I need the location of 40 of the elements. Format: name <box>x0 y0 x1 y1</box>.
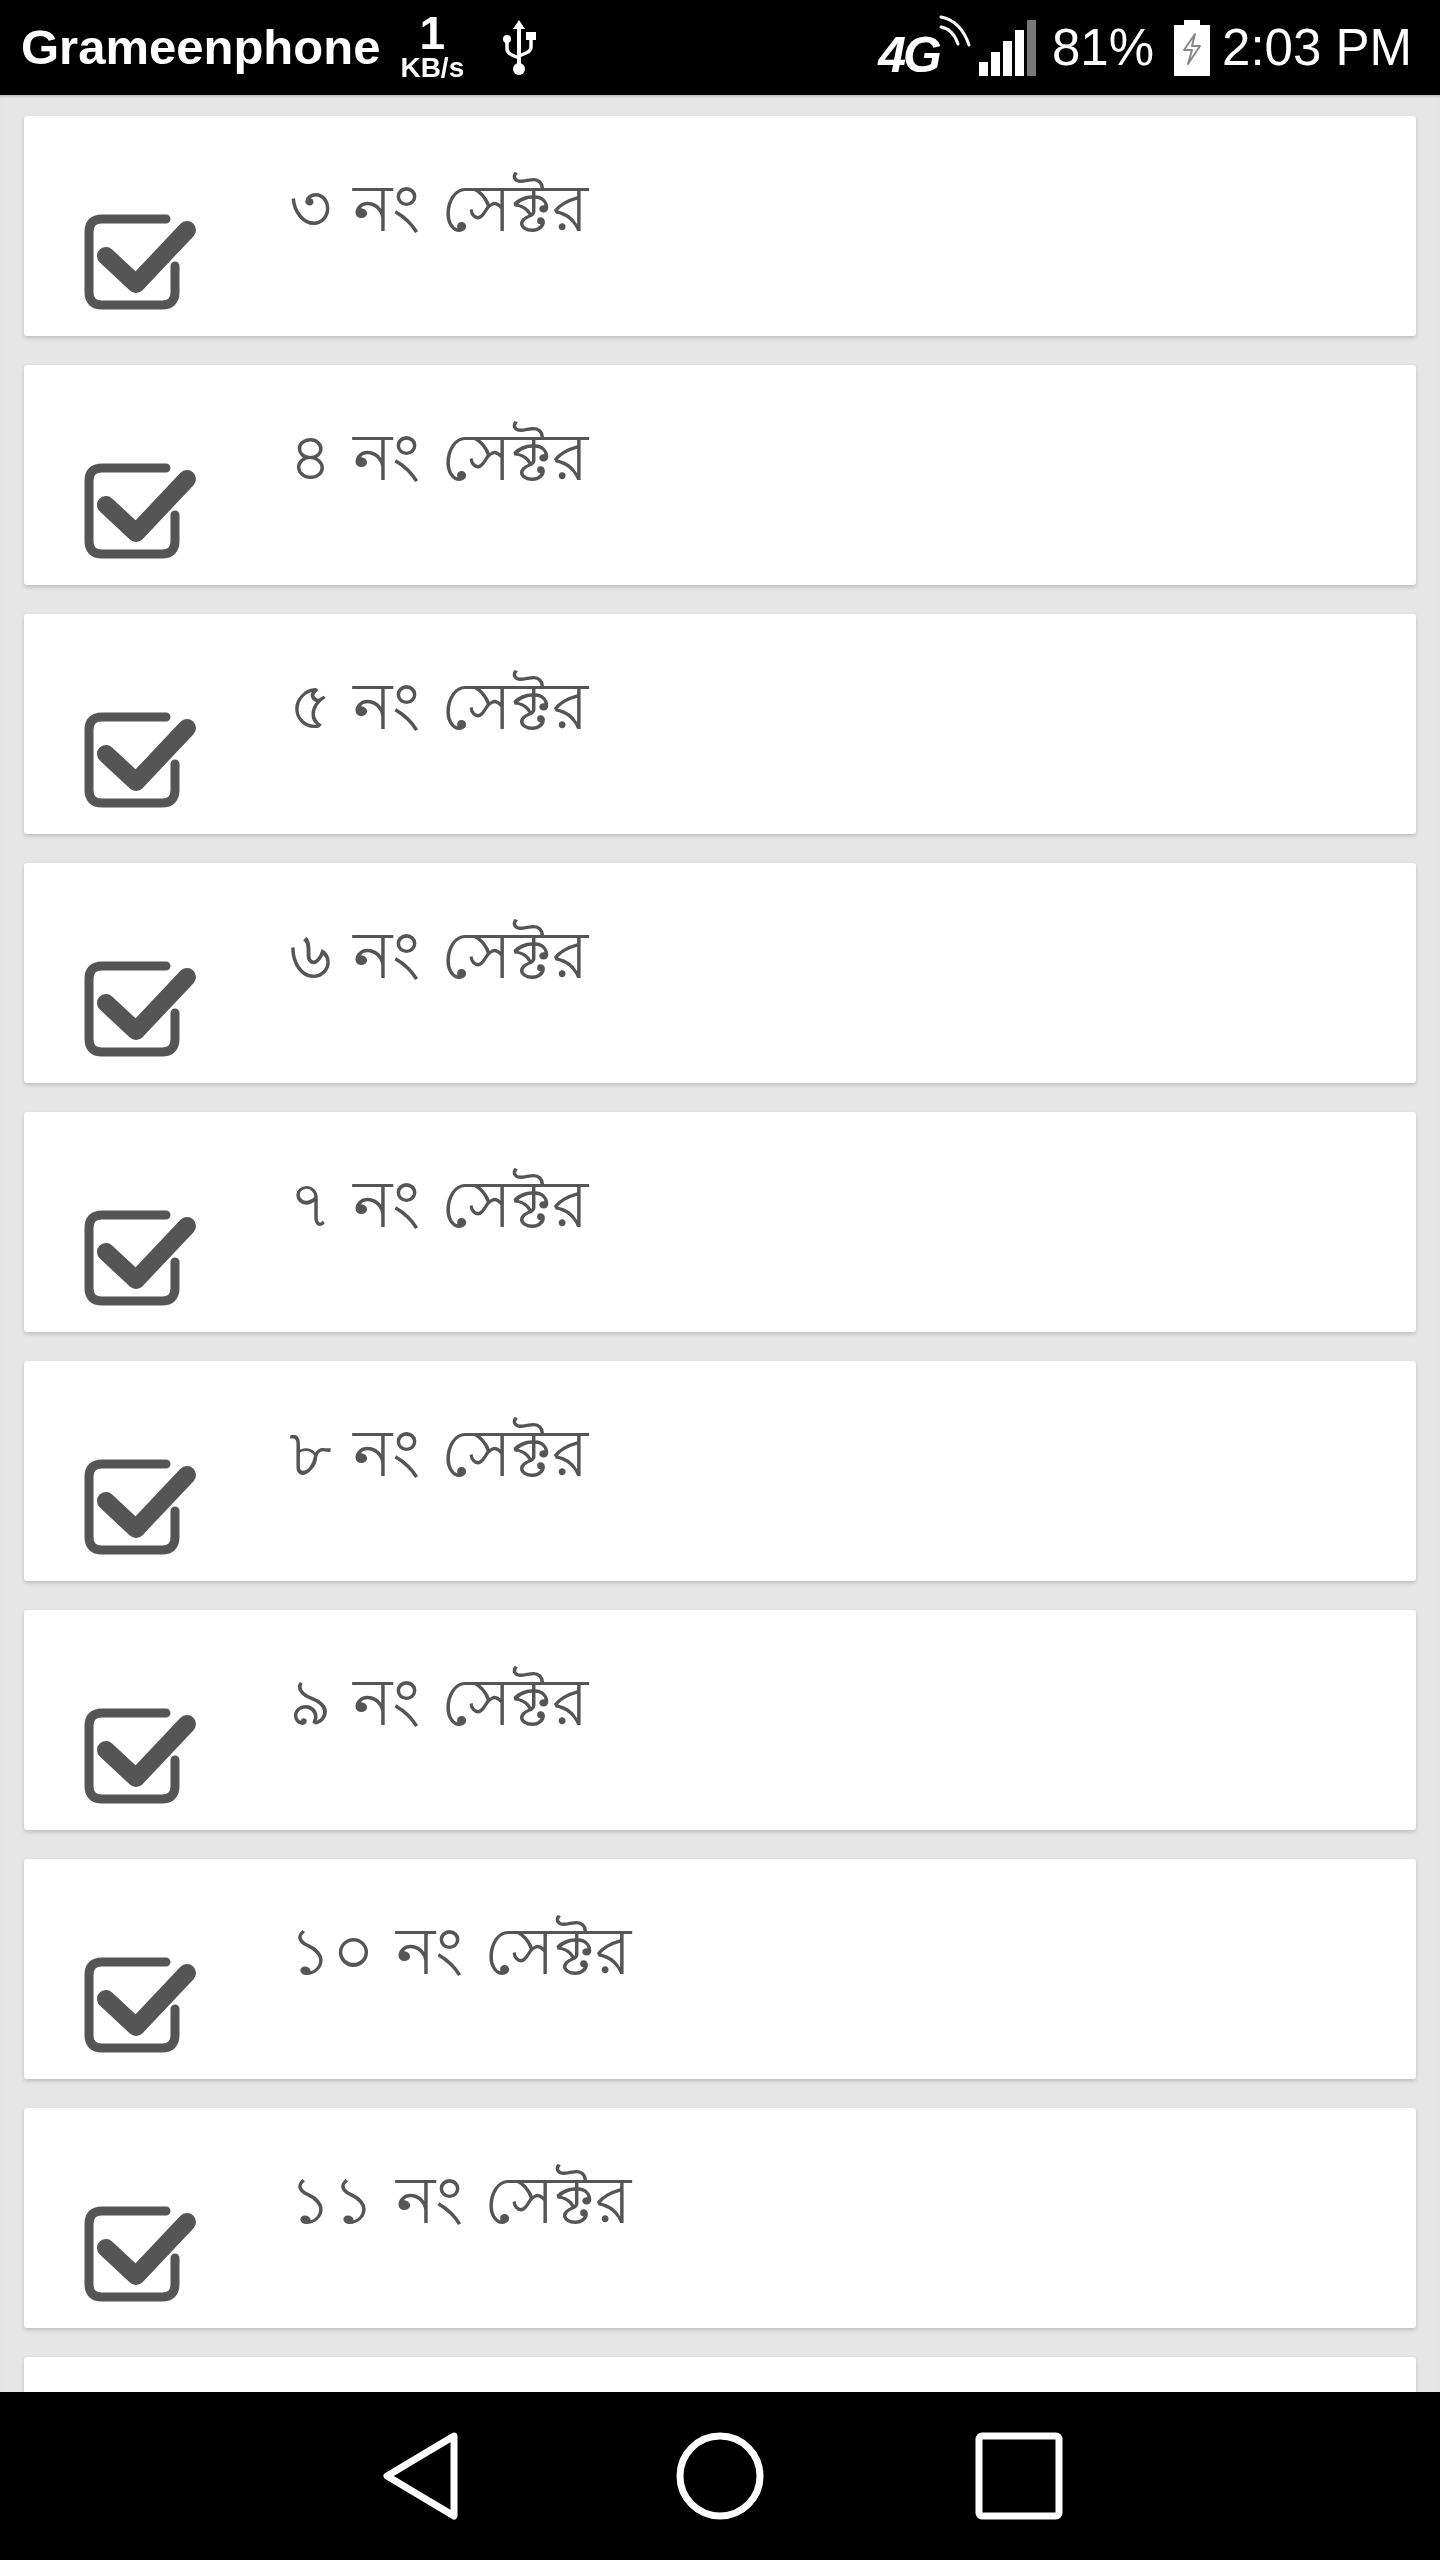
checkbox[interactable] <box>84 1708 198 1804</box>
sector-label: ৮ নং সেক্টর <box>289 1414 588 1494</box>
data-rate-value: 1 <box>419 12 446 53</box>
checkbox[interactable] <box>84 1957 198 2053</box>
sector-card[interactable]: ৫ নং সেক্টর <box>24 614 1416 834</box>
sector-label: ৭ নং সেক্টর <box>289 1165 588 1245</box>
sector-card[interactable]: ৮ নং সেক্টর <box>24 1361 1416 1581</box>
sector-card[interactable]: ১০ নং সেক্টর <box>24 1859 1416 2079</box>
checkbox[interactable] <box>84 2206 198 2302</box>
data-rate-unit: KB/s <box>400 52 465 83</box>
checkbox[interactable] <box>84 1210 198 1306</box>
battery-percent: 81% <box>1052 22 1155 73</box>
checkbox[interactable] <box>84 214 198 310</box>
sector-card[interactable]: ৯ নং সেক্টর <box>24 1610 1416 1830</box>
checkbox[interactable] <box>84 961 198 1057</box>
battery-charging-icon <box>1174 19 1211 76</box>
clock-time: 2:03 PM <box>1222 22 1412 73</box>
sector-label: ৪ নং সেক্টর <box>289 418 588 498</box>
checkbox[interactable] <box>84 712 198 808</box>
data-activity-icon <box>939 14 971 47</box>
checkbox[interactable] <box>84 1459 198 1555</box>
sector-label: ৫ নং সেক্টর <box>289 667 588 747</box>
sector-label: ৩ নং সেক্টর <box>289 169 588 249</box>
sector-card[interactable]: ৪ নং সেক্টর <box>24 365 1416 585</box>
sector-label: ৬ নং সেক্টর <box>289 916 588 996</box>
sector-label: ১১ নং সেক্টর <box>289 2161 631 2241</box>
recents-icon <box>974 2432 1063 2520</box>
network-type-label: 4G <box>878 29 939 80</box>
checkbox[interactable] <box>84 463 198 559</box>
sector-card[interactable]: ৬ নং সেক্টর <box>24 863 1416 1083</box>
usb-icon <box>502 19 537 76</box>
home-icon <box>676 2432 764 2520</box>
sector-card[interactable]: ৭ নং সেক্টর <box>24 1112 1416 1332</box>
sector-label: ৯ নং সেক্টর <box>289 1663 588 1743</box>
sector-card[interactable]: ৩ নং সেক্টর <box>24 116 1416 336</box>
sector-label: ১০ নং সেক্টর <box>289 1912 631 1992</box>
back-icon <box>382 2431 461 2521</box>
signal-icon <box>979 19 1036 76</box>
sector-card[interactable]: ১১ নং সেক্টর <box>24 2108 1416 2328</box>
carrier-name: Grameenphone <box>21 23 381 72</box>
